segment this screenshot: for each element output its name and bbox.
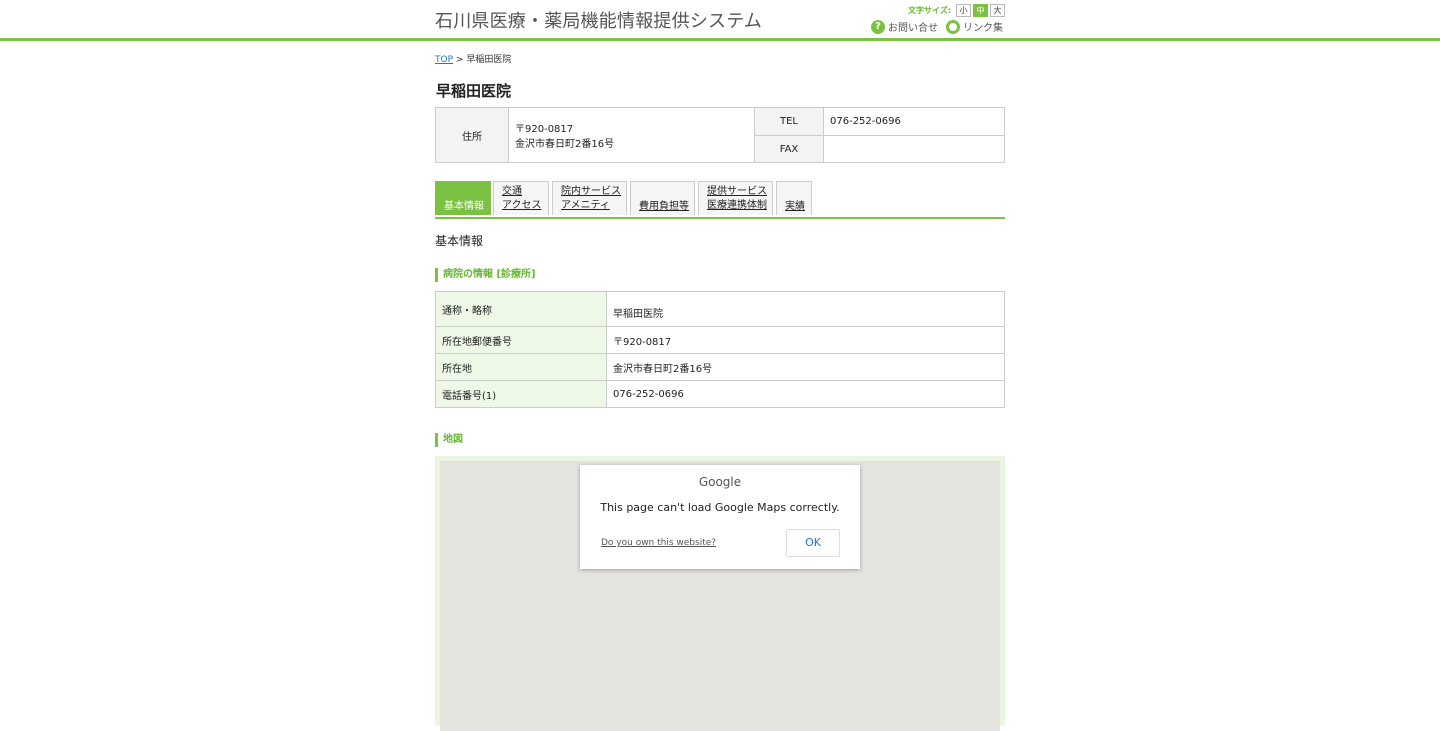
info-value: 〒920-0817	[606, 326, 1005, 354]
table-row: 所在地 金沢市春日町2番16号	[435, 353, 1005, 381]
tab-basic-info[interactable]: 基本情報	[435, 181, 491, 215]
links-label: リンク集	[963, 23, 1003, 34]
tab-services-line2: 医療連携体制	[707, 200, 767, 211]
tab-basic-info-label: 基本情報	[444, 201, 484, 212]
hospital-info-heading: 病院の情報 [診療所]	[435, 268, 536, 282]
tel-label: TEL	[754, 107, 824, 136]
info-label: 所在地郵便番号	[435, 326, 607, 354]
tab-access[interactable]: 交通 アクセス	[493, 181, 549, 215]
tab-bar: 基本情報 交通 アクセス 院内サービス アメニティ 費用負担等 提供サービス 医…	[435, 181, 1005, 219]
table-row: 所在地郵便番号 〒920-0817	[435, 326, 1005, 354]
breadcrumb-top-link[interactable]: TOP	[435, 55, 453, 65]
page-title: 早稲田医院	[436, 82, 512, 100]
section-heading: 基本情報	[435, 234, 484, 248]
address-text: 金沢市春日町2番16号	[515, 139, 615, 150]
tel-value: 076-252-0696	[823, 107, 1005, 136]
header-links: ? お問い合せ リンク集	[871, 19, 1003, 34]
address-label: 住所	[435, 107, 509, 163]
breadcrumb-separator: >	[455, 55, 464, 65]
info-label: 電話番号(1)	[435, 380, 607, 408]
fax-value	[823, 135, 1005, 163]
font-size-switcher: 文字サイズ: 小 中 大	[908, 4, 1005, 17]
summary-table: 住所 〒920-0817 金沢市春日町2番16号 TEL 076-252-069…	[435, 107, 1005, 163]
site-header: 石川県医療・薬局機能情報提供システム 文字サイズ: 小 中 大 ? お問い合せ …	[0, 0, 1440, 41]
table-row: 通称・略称 早稲田医院	[435, 291, 1005, 327]
ok-button[interactable]: OK	[786, 529, 840, 557]
tab-amenity[interactable]: 院内サービス アメニティ	[552, 181, 627, 215]
table-row: 電話番号(1) 076-252-0696	[435, 380, 1005, 408]
font-size-small-button[interactable]: 小	[956, 4, 971, 17]
tab-services[interactable]: 提供サービス 医療連携体制	[698, 181, 773, 215]
tab-access-line2: アクセス	[502, 200, 542, 211]
map-error-message: This page can't load Google Maps correct…	[600, 501, 840, 514]
font-size-large-button[interactable]: 大	[990, 4, 1005, 17]
font-size-label: 文字サイズ:	[908, 6, 951, 15]
tab-results-label: 実績	[785, 201, 805, 212]
google-logo: Google	[698, 475, 742, 489]
inquiry-label: お問い合せ	[888, 23, 938, 34]
tab-access-line1: 交通	[502, 186, 522, 197]
address-value: 〒920-0817 金沢市春日町2番16号	[508, 107, 755, 163]
tab-results[interactable]: 実績	[776, 181, 812, 215]
fax-label: FAX	[754, 135, 824, 163]
inquiry-link[interactable]: ? お問い合せ	[871, 19, 938, 34]
hospital-info-table: 通称・略称 早稲田医院 所在地郵便番号 〒920-0817 所在地 金沢市春日町…	[435, 291, 1005, 408]
map-frame: Google This page can't load Google Maps …	[435, 456, 1005, 731]
font-size-medium-button[interactable]: 中	[973, 4, 988, 17]
info-label: 通称・略称	[435, 291, 607, 327]
tab-amenity-line2: アメニティ	[561, 200, 610, 211]
info-label: 所在地	[435, 353, 607, 381]
tab-services-line1: 提供サービス	[707, 186, 767, 197]
tab-cost-label: 費用負担等	[639, 201, 689, 212]
address-postal: 〒920-0817	[515, 124, 574, 135]
tab-cost[interactable]: 費用負担等	[630, 181, 695, 215]
breadcrumb: TOP > 早稲田医院	[435, 52, 511, 65]
links-link[interactable]: リンク集	[946, 19, 1003, 34]
breadcrumb-current: 早稲田医院	[466, 55, 512, 65]
info-value: 076-252-0696	[606, 380, 1005, 408]
tab-amenity-line1: 院内サービス	[561, 186, 621, 197]
question-icon: ?	[871, 19, 885, 34]
info-value: 金沢市春日町2番16号	[606, 353, 1005, 381]
map-error-dialog: Google This page can't load Google Maps …	[580, 465, 860, 569]
map-heading: 地図	[435, 433, 463, 447]
own-website-link[interactable]: Do you own this website?	[601, 538, 716, 548]
site-title[interactable]: 石川県医療・薬局機能情報提供システム	[435, 7, 762, 33]
map-canvas[interactable]: Google This page can't load Google Maps …	[440, 461, 1000, 731]
ring-icon	[946, 19, 960, 34]
info-value: 早稲田医院	[606, 291, 1005, 327]
